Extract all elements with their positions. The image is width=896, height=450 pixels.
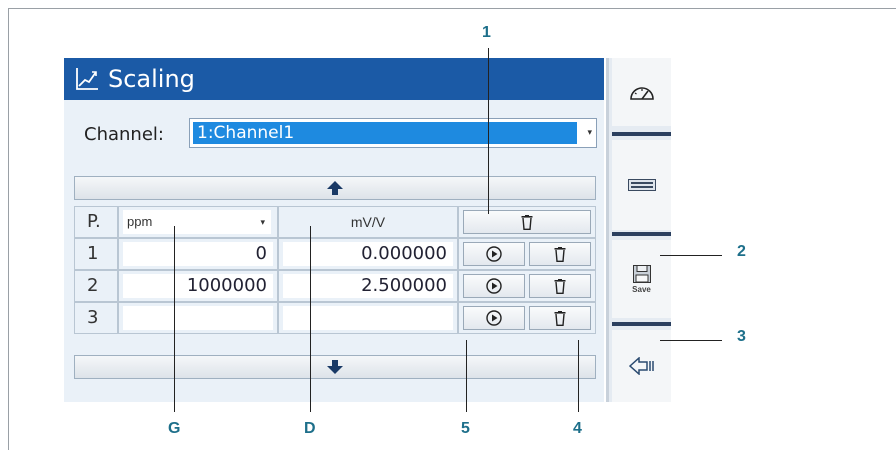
callout-line-g [174, 226, 175, 412]
trash-icon [554, 246, 566, 262]
dashboard-button[interactable] [612, 58, 671, 126]
scaling-panel: Scaling Channel: 1:Channel1 ▾ P. ppm ▾ m… [64, 58, 604, 402]
callout-line-4 [578, 340, 579, 412]
row-actions-cell [458, 302, 596, 334]
scroll-up-button[interactable] [74, 176, 596, 200]
callout-line-2 [660, 255, 722, 256]
table-row: 3 [74, 302, 596, 334]
callout-d: D [304, 420, 316, 437]
callout-4: 4 [573, 420, 582, 437]
callout-5: 5 [461, 420, 470, 437]
unit-value-input[interactable] [123, 306, 273, 330]
unit-selected-value: ppm [127, 214, 153, 229]
arrow-down-icon [327, 360, 343, 374]
mv-value-cell [278, 302, 458, 334]
keyboard-icon [627, 179, 656, 191]
point-number: 2 [74, 270, 118, 302]
sidebar-divider [612, 322, 671, 326]
point-number: 3 [74, 302, 118, 334]
callout-g: G [168, 420, 181, 437]
callout-line-3 [660, 340, 722, 341]
delete-row-button[interactable] [529, 274, 591, 298]
row-actions-cell [458, 270, 596, 302]
trash-icon [554, 310, 566, 326]
point-number: 1 [74, 238, 118, 270]
gauge-icon [629, 87, 654, 100]
scroll-down-button[interactable] [74, 355, 596, 379]
row-actions-cell [458, 238, 596, 270]
callout-line-d [310, 226, 311, 412]
play-circle-icon [486, 246, 502, 262]
unit-value-input[interactable]: 0 [123, 242, 273, 266]
delete-row-button[interactable] [529, 306, 591, 330]
save-label: Save [632, 284, 651, 294]
frame-left-border [8, 8, 9, 450]
sidebar-divider [612, 132, 671, 136]
callout-2: 2 [737, 243, 746, 260]
trash-icon [554, 278, 566, 294]
unit-value-cell [118, 302, 278, 334]
unit-value-cell: 1000000 [118, 270, 278, 302]
back-arrow-icon [628, 357, 654, 375]
unit-dropdown[interactable]: ppm ▾ [123, 210, 271, 234]
capture-button[interactable] [463, 274, 525, 298]
scaling-chart-icon [76, 68, 98, 90]
capture-button[interactable] [463, 306, 525, 330]
floppy-disk-icon [632, 264, 651, 283]
page-title: Scaling [108, 65, 195, 93]
channel-dropdown[interactable]: 1:Channel1 ▾ [189, 118, 597, 148]
delete-row-button[interactable] [529, 242, 591, 266]
table-header-row: P. ppm ▾ mV/V [74, 206, 596, 238]
callout-1: 1 [482, 24, 491, 41]
frame-top-border [8, 8, 896, 9]
trash-icon [521, 214, 533, 230]
capture-button[interactable] [463, 242, 525, 266]
right-sidebar: Save [606, 58, 671, 402]
play-circle-icon [486, 278, 502, 294]
mv-value-input[interactable]: 0.000000 [283, 242, 453, 266]
chevron-down-icon: ▾ [260, 217, 265, 227]
arrow-up-icon [327, 181, 343, 195]
unit-header-cell: ppm ▾ [118, 206, 278, 238]
mv-value-cell: 2.500000 [278, 270, 458, 302]
table-row: 2 1000000 2.500000 [74, 270, 596, 302]
sidebar-divider [612, 232, 671, 236]
mv-value-input[interactable]: 2.500000 [283, 274, 453, 298]
chevron-down-icon: ▾ [587, 127, 592, 137]
mv-value-input[interactable] [283, 306, 453, 330]
mv-value-cell: 0.000000 [278, 238, 458, 270]
mv-header: mV/V [278, 206, 458, 238]
header-actions-cell [458, 206, 596, 238]
callout-line-1 [488, 48, 489, 214]
unit-value-cell: 0 [118, 238, 278, 270]
delete-all-button[interactable] [463, 210, 591, 234]
callout-3: 3 [737, 328, 746, 345]
keyboard-button[interactable] [612, 140, 671, 230]
point-header: P. [74, 206, 118, 238]
table-row: 1 0 0.000000 [74, 238, 596, 270]
callout-line-5 [466, 340, 467, 412]
title-bar: Scaling [64, 58, 604, 100]
play-circle-icon [486, 310, 502, 326]
unit-value-input[interactable]: 1000000 [123, 274, 273, 298]
channel-label: Channel: [84, 124, 164, 145]
save-button[interactable]: Save [612, 240, 671, 318]
channel-selected-value: 1:Channel1 [193, 122, 577, 144]
